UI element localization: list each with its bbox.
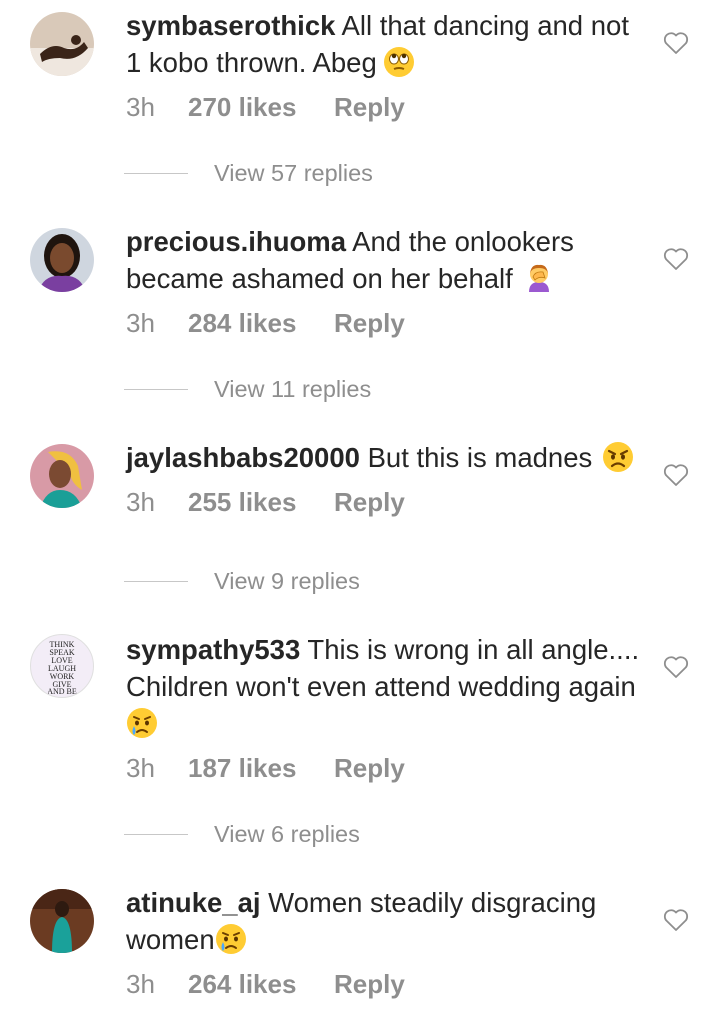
comment-likes[interactable]: 255 likes (188, 487, 334, 518)
comment-likes[interactable]: 284 likes (188, 308, 334, 339)
comment-meta: 3h 264 likes Reply (126, 969, 405, 1000)
like-heart-icon[interactable] (663, 31, 689, 55)
like-heart-icon[interactable] (663, 247, 689, 271)
replies-divider (124, 580, 188, 583)
comment-likes[interactable]: 187 likes (188, 753, 334, 784)
view-replies-link[interactable]: View 11 replies (124, 376, 371, 403)
crying-face-icon (215, 923, 247, 964)
reply-button[interactable]: Reply (334, 308, 405, 339)
comment-meta: 3h 284 likes Reply (126, 308, 405, 339)
like-heart-icon[interactable] (663, 463, 689, 487)
avatar[interactable]: THINK SPEAK LOVE LAUGH WORK GIVE AND BE (30, 634, 94, 698)
replies-divider (124, 172, 188, 175)
view-replies-link[interactable]: View 6 replies (124, 821, 360, 848)
face-with-rolling-eyes-icon (383, 46, 415, 87)
comment-text: symbaserothick All that dancing and not … (126, 7, 646, 87)
view-replies-link[interactable]: View 57 replies (124, 160, 373, 187)
reply-button[interactable]: Reply (334, 969, 405, 1000)
replies-divider (124, 833, 188, 836)
comment-text: precious.ihuoma And the onlookers became… (126, 223, 646, 303)
comment-username[interactable]: symbaserothick (126, 10, 335, 41)
view-replies-label: View 9 replies (214, 568, 360, 594)
reply-button[interactable]: Reply (334, 753, 405, 784)
view-replies-label: View 6 replies (214, 821, 360, 847)
comment-meta: 3h 255 likes Reply (126, 487, 405, 518)
view-replies-link[interactable]: View 9 replies (124, 568, 360, 595)
comment-time: 3h (126, 308, 155, 338)
comment-time: 3h (126, 92, 155, 122)
comment-text: sympathy533 This is wrong in all angle..… (126, 631, 646, 748)
woman-facepalming-icon (523, 262, 555, 303)
comment-meta: 3h 270 likes Reply (126, 92, 405, 123)
comment-time: 3h (126, 487, 155, 517)
comment-likes[interactable]: 264 likes (188, 969, 334, 1000)
comment-username[interactable]: jaylashbabs20000 (126, 442, 360, 473)
avatar[interactable] (30, 889, 94, 953)
avatar[interactable] (30, 444, 94, 508)
reply-button[interactable]: Reply (334, 92, 405, 123)
comment-text: jaylashbabs20000 But this is madnes (126, 439, 646, 482)
view-replies-label: View 57 replies (214, 160, 373, 186)
like-heart-icon[interactable] (663, 908, 689, 932)
comment-username[interactable]: atinuke_aj (126, 887, 261, 918)
comment-time: 3h (126, 969, 155, 999)
comment-meta: 3h 187 likes Reply (126, 753, 405, 784)
like-heart-icon[interactable] (663, 655, 689, 679)
comment-username[interactable]: precious.ihuoma (126, 226, 346, 257)
avatar[interactable] (30, 228, 94, 292)
crying-face-icon (126, 707, 158, 748)
view-replies-label: View 11 replies (214, 376, 372, 402)
comment-text: atinuke_aj Women steadily disgracing wom… (126, 884, 646, 964)
comment-body: But this is madnes (367, 442, 593, 473)
replies-divider (124, 388, 188, 391)
reply-button[interactable]: Reply (334, 487, 405, 518)
comment-time: 3h (126, 753, 155, 783)
angry-face-icon (602, 441, 634, 482)
avatar[interactable] (30, 12, 94, 76)
svg-text:AND BE: AND BE (47, 687, 77, 696)
comment-likes[interactable]: 270 likes (188, 92, 334, 123)
comment-username[interactable]: sympathy533 (126, 634, 300, 665)
